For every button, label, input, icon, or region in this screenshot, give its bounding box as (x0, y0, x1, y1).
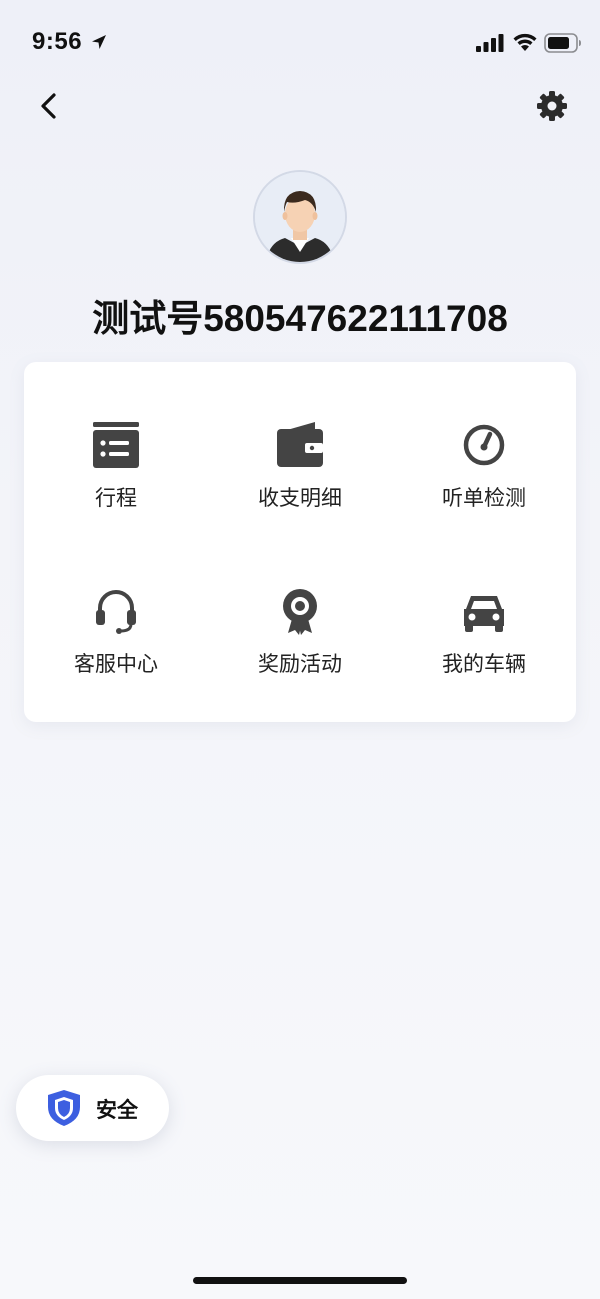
menu-label-customer-service: 客服中心 (74, 652, 158, 676)
menu-label-my-vehicle: 我的车辆 (442, 652, 526, 676)
cellular-signal-icon (476, 34, 504, 52)
shield-icon (48, 1090, 80, 1126)
award-badge-icon (283, 589, 317, 635)
menu-card: 行程 收支明细 听单检测 客服中心 奖励活动 我的车辆 (24, 362, 576, 722)
home-indicator[interactable] (193, 1277, 407, 1284)
profile-name: 测试号580547622111708 (92, 298, 508, 339)
safety-button[interactable]: 安全 (16, 1075, 169, 1141)
safety-label: 安全 (96, 1098, 138, 1122)
user-avatar (255, 172, 345, 262)
menu-item-customer-service[interactable]: 客服中心 (24, 362, 208, 676)
back-button[interactable] (30, 86, 70, 126)
gear-icon (537, 91, 567, 121)
menu-item-my-vehicle[interactable]: 我的车辆 (392, 362, 576, 676)
status-bar: 9:56 (0, 0, 600, 88)
car-icon (464, 596, 504, 632)
status-time: 9:56 (32, 28, 83, 55)
location-arrow-icon (92, 35, 106, 49)
menu-item-rewards[interactable]: 奖励活动 (208, 362, 392, 676)
menu-label-rewards: 奖励活动 (258, 652, 342, 676)
avatar[interactable] (253, 170, 347, 264)
settings-button[interactable] (532, 86, 572, 126)
wifi-icon (513, 33, 537, 51)
chevron-left-icon (41, 93, 56, 119)
headset-icon (96, 590, 136, 634)
battery-icon (544, 33, 581, 53)
